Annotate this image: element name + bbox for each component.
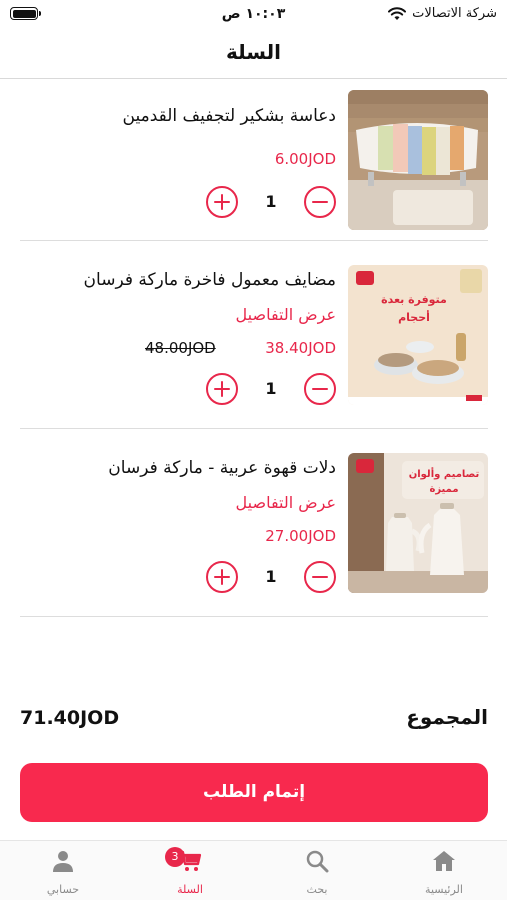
nav-label: السلة xyxy=(177,883,203,896)
nav-item-home[interactable]: الرئيسية xyxy=(381,841,507,900)
plus-icon-stem xyxy=(220,194,223,210)
page-title: السلة xyxy=(225,40,281,64)
status-bar: ١٠:٠٣ ص شركة الاتصالات xyxy=(0,0,507,30)
minus-icon xyxy=(312,575,328,578)
carrier-name: شركة الاتصالات xyxy=(412,6,497,21)
item-quantity: 1 xyxy=(265,192,277,211)
nav-label: الرئيسية xyxy=(425,883,463,896)
item-price: 27.00JOD xyxy=(265,527,336,545)
quantity-stepper: 1 xyxy=(206,373,336,407)
cart-item: دعاسة بشكير لتجفيف القدمين 6.00JOD 1 xyxy=(20,80,488,241)
search-icon xyxy=(306,850,329,873)
view-details-link[interactable]: عرض التفاصيل xyxy=(236,305,336,324)
image-caption-line1: متوفرة بعدة xyxy=(381,293,447,306)
image-caption-line2: أحجام xyxy=(398,310,430,324)
nav-item-account[interactable]: حسابي xyxy=(0,841,126,900)
checkout-button[interactable]: إتمام الطلب xyxy=(20,763,488,822)
minus-icon xyxy=(312,200,328,203)
increase-quantity-button[interactable] xyxy=(206,561,238,593)
cart-item: تصاميم وألوان مميزة دلات قهوة عربية - ما… xyxy=(20,429,488,617)
product-image-graphic xyxy=(348,90,488,230)
increase-quantity-button[interactable] xyxy=(206,186,238,218)
nav-item-cart[interactable]: 3 السلة xyxy=(127,841,253,900)
page-header: السلة xyxy=(0,30,507,79)
item-name: مضايف معمول فاخرة ماركة فرسان xyxy=(83,270,336,290)
quantity-stepper: 1 xyxy=(206,186,336,220)
decrease-quantity-button[interactable] xyxy=(304,561,336,593)
product-image-graphic: متوفرة بعدة أحجام xyxy=(348,265,488,405)
item-name: دلات قهوة عربية - ماركة فرسان xyxy=(108,458,336,478)
quantity-stepper: 1 xyxy=(206,561,336,595)
product-image-graphic: تصاميم وألوان مميزة xyxy=(348,453,488,593)
user-icon xyxy=(53,851,73,872)
item-price: 38.40JOD xyxy=(265,339,336,357)
nav-item-search[interactable]: بحث xyxy=(254,841,380,900)
cart-item: متوفرة بعدة أحجام مضايف معمول فاخرة مارك… xyxy=(20,241,488,429)
nav-label: بحث xyxy=(306,883,328,896)
decrease-quantity-button[interactable] xyxy=(304,186,336,218)
bottom-nav: حسابي 3 السلة بحث الرئيسية xyxy=(0,840,507,900)
total-value: 71.40JOD xyxy=(20,707,120,729)
bath-mat-towels-image[interactable] xyxy=(348,90,488,230)
cart-total-row: المجموع 71.40JOD xyxy=(20,705,488,737)
arabic-coffee-pots-image[interactable]: تصاميم وألوان مميزة xyxy=(348,453,488,593)
maamoul-serving-dishes-image[interactable]: متوفرة بعدة أحجام xyxy=(348,265,488,405)
item-price: 6.00JOD xyxy=(274,150,336,168)
decrease-quantity-button[interactable] xyxy=(304,373,336,405)
item-quantity: 1 xyxy=(265,379,277,398)
image-caption-line1: تصاميم وألوان xyxy=(409,467,480,480)
wifi-icon xyxy=(388,6,407,20)
image-caption-line2: مميزة xyxy=(429,484,458,495)
home-icon xyxy=(433,851,455,871)
item-old-price: 48.00JOD xyxy=(145,339,216,357)
carrier-info: شركة الاتصالات xyxy=(388,6,497,21)
nav-label: حسابي xyxy=(46,883,80,896)
view-details-link[interactable]: عرض التفاصيل xyxy=(236,493,336,512)
plus-icon-stem xyxy=(220,381,223,397)
cart-count-badge: 3 xyxy=(165,847,185,867)
increase-quantity-button[interactable] xyxy=(206,373,238,405)
item-quantity: 1 xyxy=(265,567,277,586)
plus-icon-stem xyxy=(220,569,223,585)
total-label: المجموع xyxy=(406,705,488,729)
minus-icon xyxy=(312,387,328,390)
item-name: دعاسة بشكير لتجفيف القدمين xyxy=(122,106,336,126)
